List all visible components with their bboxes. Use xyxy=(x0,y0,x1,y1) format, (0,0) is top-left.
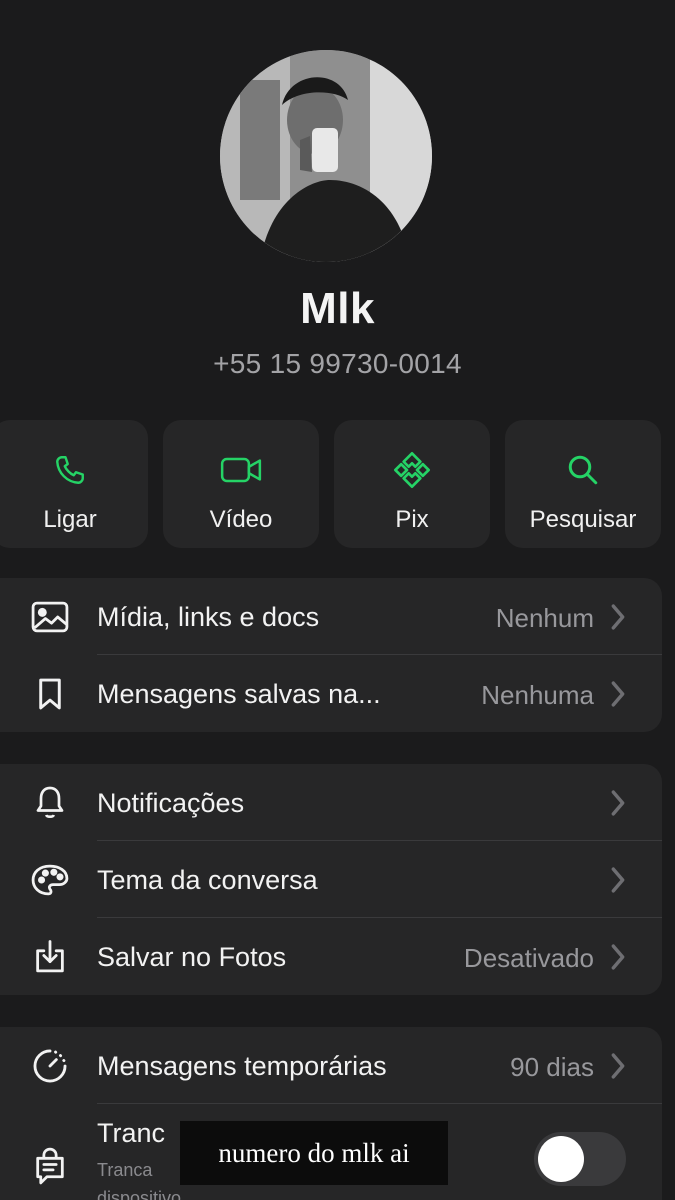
lock-sub-line2: dispositivo. xyxy=(97,1188,187,1200)
media-links-docs-row[interactable]: Mídia, links e docs Nenhum xyxy=(0,578,662,655)
theme-label: Tema da conversa xyxy=(97,865,318,895)
download-icon xyxy=(28,918,72,995)
search-icon xyxy=(561,448,605,492)
save-photos-value: Desativado xyxy=(463,943,594,973)
saved-label: Mensagens salvas na... xyxy=(97,679,381,709)
lock-chat-label: Tranc xyxy=(97,1118,166,1148)
search-button[interactable]: Pesquisar xyxy=(505,420,661,548)
phone-icon xyxy=(48,448,92,492)
media-value: Nenhum xyxy=(495,603,594,633)
lock-chat-description: Tranca dispositivo. xyxy=(97,1156,187,1200)
save-to-photos-row[interactable]: Salvar no Fotos Desativado xyxy=(0,918,662,995)
pix-button[interactable]: Pix xyxy=(334,420,490,548)
lock-chat-toggle[interactable] xyxy=(534,1132,626,1186)
disappearing-value: 90 dias xyxy=(510,1052,594,1082)
disappearing-label: Mensagens temporárias xyxy=(97,1051,387,1081)
action-tiles: Ligar Vídeo Pix Pesquisar xyxy=(0,420,675,548)
call-label: Ligar xyxy=(43,506,97,533)
image-icon xyxy=(28,578,72,655)
contact-info-screen: Mlk +55 15 99730-0014 Ligar Vídeo Pix Pe… xyxy=(0,0,675,1200)
save-photos-label: Salvar no Fotos xyxy=(97,942,287,972)
video-icon xyxy=(219,448,263,492)
chat-theme-row[interactable]: Tema da conversa xyxy=(0,841,662,918)
notifications-row[interactable]: Notificações xyxy=(0,764,662,841)
video-button[interactable]: Vídeo xyxy=(163,420,319,548)
chevron-right-icon xyxy=(611,1053,625,1079)
media-group: Mídia, links e docs Nenhum Mensagens sal… xyxy=(0,578,662,732)
chevron-right-icon xyxy=(611,604,625,630)
bookmark-icon xyxy=(28,655,72,732)
pix-label: Pix xyxy=(395,506,429,533)
saved-value: Nenhuma xyxy=(481,680,594,710)
chevron-right-icon xyxy=(611,681,625,707)
palette-icon xyxy=(28,841,72,918)
timer-icon xyxy=(28,1027,72,1104)
media-label: Mídia, links e docs xyxy=(97,602,320,632)
search-label: Pesquisar xyxy=(529,506,637,533)
avatar[interactable] xyxy=(220,50,432,262)
video-label: Vídeo xyxy=(209,506,273,533)
settings-group: Notificações Tema da conversa Salvar no … xyxy=(0,764,662,995)
saved-messages-row[interactable]: Mensagens salvas na... Nenhuma xyxy=(0,655,662,732)
contact-phone[interactable]: +55 15 99730-0014 xyxy=(0,348,675,380)
pix-icon xyxy=(390,448,434,492)
lock-chat-icon xyxy=(28,1104,72,1200)
story-caption: numero do mlk ai xyxy=(180,1121,448,1185)
bell-icon xyxy=(28,764,72,841)
toggle-knob xyxy=(538,1136,584,1182)
chevron-right-icon xyxy=(611,867,625,893)
call-button[interactable]: Ligar xyxy=(0,420,148,548)
chevron-right-icon xyxy=(611,944,625,970)
chevron-right-icon xyxy=(611,790,625,816)
notifications-label: Notificações xyxy=(97,788,245,818)
lock-sub-line1: Tranca xyxy=(97,1160,153,1180)
disappearing-messages-row[interactable]: Mensagens temporárias 90 dias xyxy=(0,1027,662,1104)
contact-name: Mlk xyxy=(300,284,375,333)
